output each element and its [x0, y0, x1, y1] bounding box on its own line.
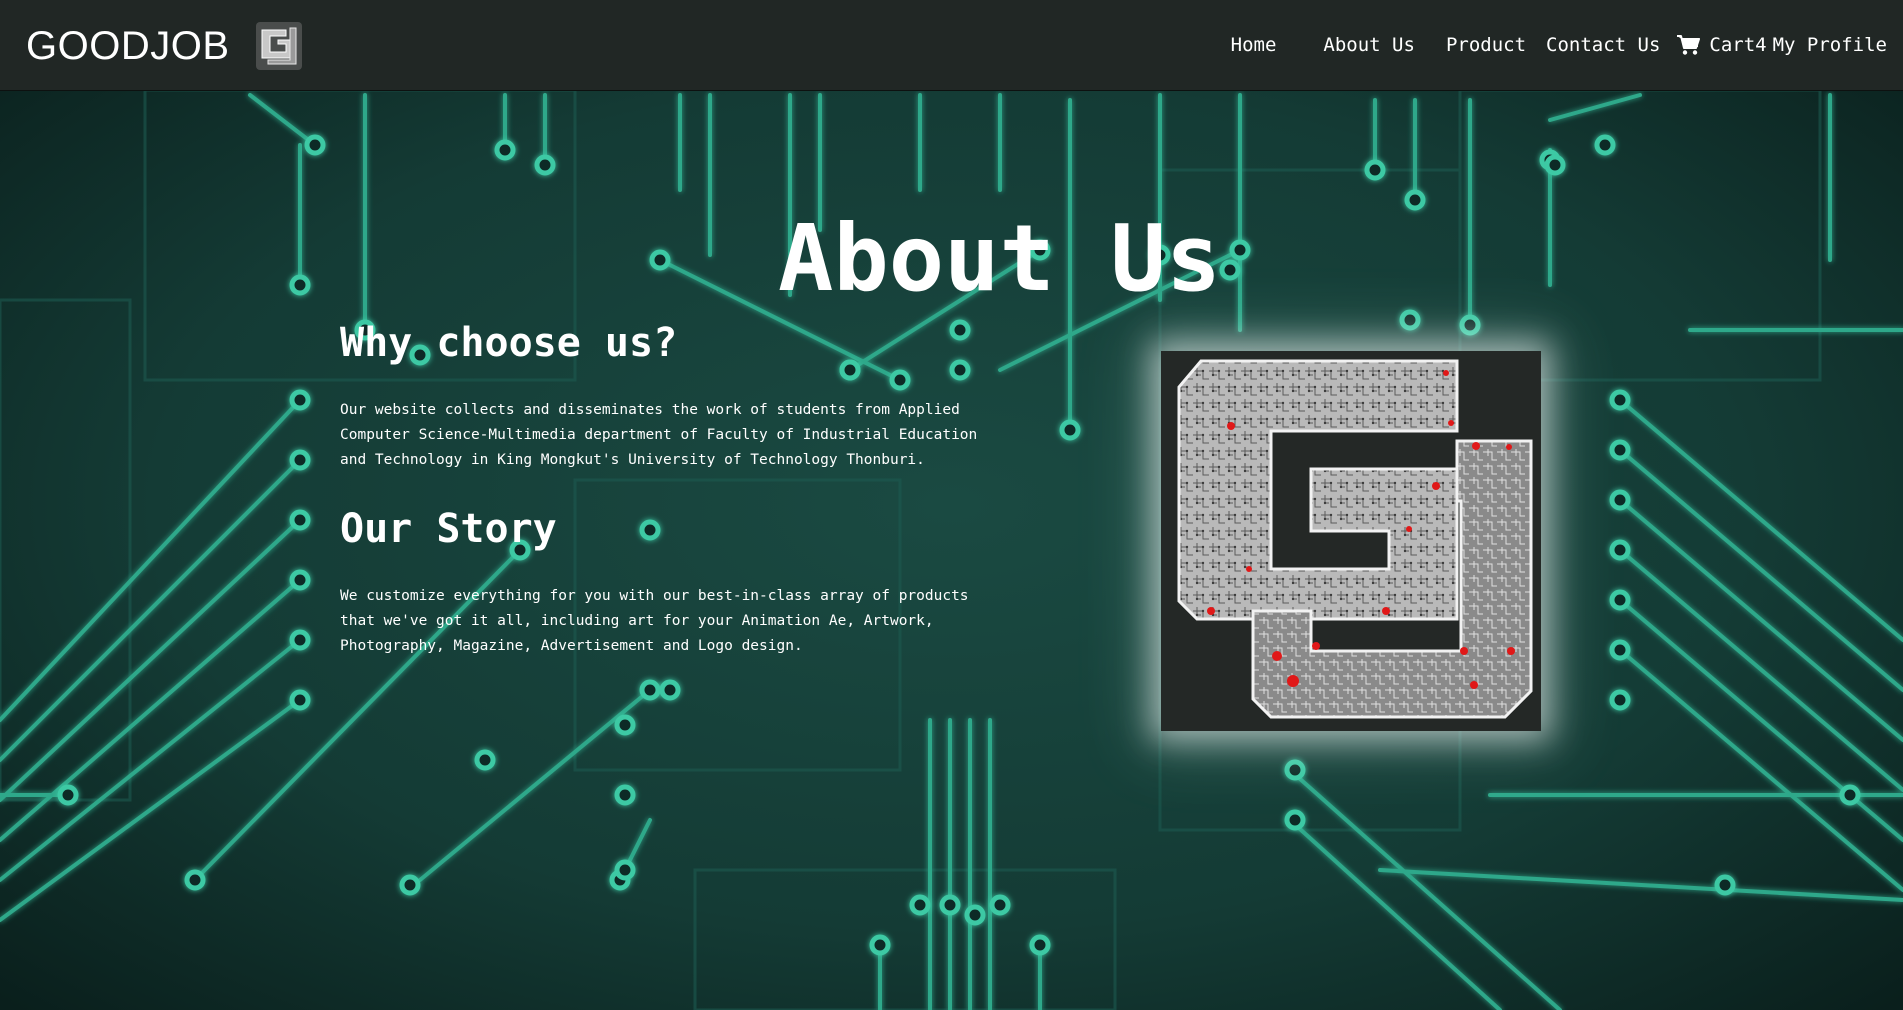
why-choose-us-heading: Why choose us? [340, 320, 678, 366]
circuit-pad [1364, 159, 1386, 181]
circuit-pad [1609, 389, 1631, 411]
circuit-pad [304, 134, 326, 156]
circuit-pad [399, 874, 421, 896]
circuit-pad [909, 894, 931, 916]
circuit-pad [289, 449, 311, 471]
circuit-pad [964, 904, 986, 926]
circuit-pad [1459, 314, 1481, 336]
circuit-pad [989, 894, 1011, 916]
circuit-pad [949, 319, 971, 341]
circuit-pad [1609, 439, 1631, 461]
circuit-pad [639, 519, 661, 541]
brand-name: GOODJOB [26, 23, 230, 68]
circuit-pad [1544, 154, 1566, 176]
circuit-pad [614, 714, 636, 736]
circuit-pad [1609, 489, 1631, 511]
circuit-pad [1229, 239, 1251, 261]
circuit-background [0, 0, 1903, 1010]
circuit-pad [614, 784, 636, 806]
circuit-pad [289, 274, 311, 296]
gj-circuit-logo-graphic [1161, 351, 1541, 731]
circuit-pad [939, 894, 961, 916]
circuit-pad [289, 689, 311, 711]
nav-product[interactable]: Product [1446, 34, 1526, 56]
circuit-pad [57, 784, 79, 806]
gj-logo-icon [255, 22, 302, 70]
circuit-pad [1594, 134, 1616, 156]
circuit-pad [1284, 759, 1306, 781]
circuit-pad [289, 509, 311, 531]
circuit-pad [534, 154, 556, 176]
nav-home[interactable]: Home [1231, 34, 1277, 56]
page-title: About Us [778, 205, 1222, 312]
circuit-pad [289, 569, 311, 591]
circuit-pad [1404, 189, 1426, 211]
circuit-pad [1609, 689, 1631, 711]
circuit-pad [184, 869, 206, 891]
circuit-pad [649, 249, 671, 271]
circuit-pad [1609, 639, 1631, 661]
circuit-pad [614, 859, 636, 881]
nav-cart[interactable]: Cart4 [1676, 34, 1767, 56]
circuit-pad [869, 934, 891, 956]
circuit-pad [1219, 259, 1241, 281]
circuit-pad [1714, 874, 1736, 896]
circuit-pad [889, 369, 911, 391]
circuit-pad [1839, 784, 1861, 806]
circuit-pad [1029, 934, 1051, 956]
nav-about-us[interactable]: About Us [1323, 34, 1415, 56]
circuit-pad [1059, 419, 1081, 441]
our-story-heading: Our Story [340, 506, 557, 552]
circuit-pad [839, 359, 861, 381]
nav-contact-us[interactable]: Contact Us [1546, 34, 1660, 56]
circuit-pad [949, 359, 971, 381]
circuit-pad [1609, 589, 1631, 611]
our-story-text: We customize everything for you with our… [340, 588, 969, 654]
brand[interactable]: GOODJOB [26, 22, 302, 70]
circuit-pad [659, 679, 681, 701]
circuit-pad [1399, 309, 1421, 331]
why-choose-us-text: Our website collects and disseminates th… [340, 402, 978, 468]
circuit-pad [639, 679, 661, 701]
gj-circuit-logo-image [1161, 351, 1541, 731]
circuit-pad [1284, 809, 1306, 831]
circuit-pad [1609, 539, 1631, 561]
cart-label: Cart4 [1709, 34, 1767, 56]
circuit-pad [474, 749, 496, 771]
navbar: GOODJOB Home About Us Product Contact Us… [0, 0, 1903, 91]
circuit-pad [289, 629, 311, 651]
main-nav: Home About Us Product Contact Us Cart4 M… [1231, 28, 1887, 62]
shopping-cart-icon [1677, 35, 1701, 55]
nav-my-profile[interactable]: My Profile [1773, 34, 1887, 56]
circuit-pad [494, 139, 516, 161]
circuit-pad [289, 389, 311, 411]
